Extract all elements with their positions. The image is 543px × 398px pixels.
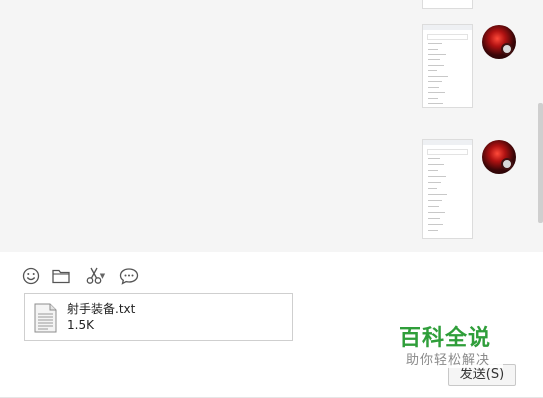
chat-history [0,0,543,252]
file-name: 射手装备.txt [67,302,136,316]
chat-bubble-icon [119,268,139,285]
chat-history-button[interactable] [118,265,140,287]
image-message[interactable] [422,139,473,239]
file-size: 1.5K [67,318,94,332]
watermark-subtitle: 助你轻松解决 [406,353,491,368]
text-file-icon [34,303,57,333]
screenshot-button[interactable]: ▼ [80,265,110,287]
image-message[interactable] [422,24,473,108]
composer-toolbar: ▼ [20,264,148,288]
folder-icon [52,269,70,284]
scrollbar[interactable] [537,0,543,252]
avatar[interactable] [482,25,516,59]
emoji-icon [22,267,40,285]
avatar[interactable] [482,140,516,174]
previous-image-message[interactable] [422,0,473,9]
send-file-button[interactable] [50,265,72,287]
chevron-down-icon[interactable]: ▼ [100,272,105,280]
watermark-title: 百科全说 [399,326,492,351]
file-attachment[interactable]: 射手装备.txt 1.5K [24,293,293,341]
scrollbar-thumb[interactable] [538,103,543,223]
emoji-button[interactable] [20,265,42,287]
watermark-logo: 百科全说 助你轻松解决 [397,320,503,368]
